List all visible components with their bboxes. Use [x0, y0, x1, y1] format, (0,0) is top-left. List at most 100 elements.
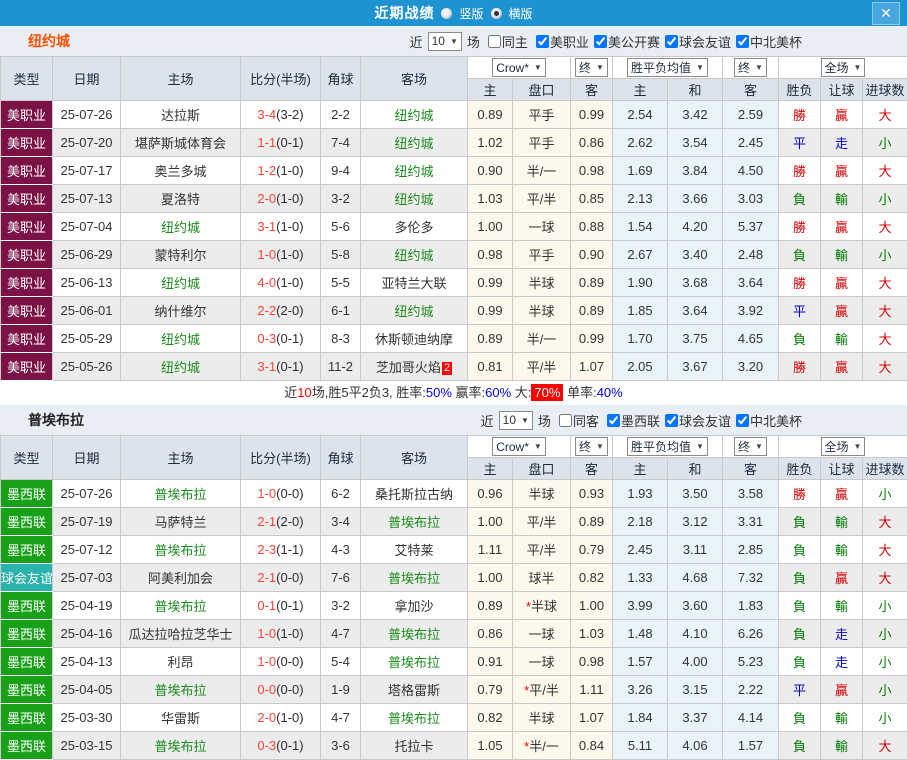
- league-filter[interactable]: 球会友谊: [660, 411, 731, 430]
- avg-draw-cell: 3.84: [668, 157, 723, 185]
- home-odds-cell: 0.89: [468, 101, 513, 129]
- horizontal-layout-radio[interactable]: [491, 8, 502, 19]
- col-away: 客场: [361, 436, 468, 480]
- horizontal-layout-label[interactable]: 横版: [509, 5, 533, 22]
- away-team-name: 纽约城: [394, 164, 433, 179]
- match-row: 墨西联25-07-19马萨特兰2-1(2-0)3-4普埃布拉1.00平/半0.8…: [1, 508, 907, 536]
- halftime-score: (0-1): [276, 331, 303, 346]
- home-team-name: 纳什维尔: [154, 304, 206, 319]
- result-handicap-cell: 輸: [821, 592, 863, 620]
- vertical-layout-label[interactable]: 竖版: [459, 5, 483, 22]
- league-filter[interactable]: 美公开赛: [589, 32, 660, 51]
- league-type-cell: 墨西联: [1, 732, 53, 760]
- away-team-cell: 纽约城: [361, 157, 468, 185]
- league-type-cell: 墨西联: [1, 704, 53, 732]
- away-team-name: 普埃布拉: [388, 515, 440, 530]
- avg-away-cell: 3.92: [723, 297, 779, 325]
- league-checkbox[interactable]: [536, 35, 549, 48]
- same-venue-filter[interactable]: 同客: [554, 411, 599, 430]
- fulltime-score: 0-0: [257, 682, 276, 697]
- avg-select[interactable]: 胜平负均值: [627, 58, 708, 77]
- fulltime-score: 1-0: [257, 486, 276, 501]
- odds-final-cell: 终: [571, 57, 613, 79]
- fulltime-select[interactable]: 全场: [821, 58, 866, 77]
- league-filter[interactable]: 球会友谊: [660, 32, 731, 51]
- league-filter[interactable]: 墨西联: [602, 411, 660, 430]
- away-team-cell: 普埃布拉: [361, 620, 468, 648]
- league-type-cell: 墨西联: [1, 480, 53, 508]
- home-team-cell: 堪萨斯城体育会: [121, 129, 241, 157]
- avg-draw-cell: 4.00: [668, 648, 723, 676]
- odds-final-select[interactable]: 终: [575, 437, 608, 456]
- halftime-score: (2-0): [276, 514, 303, 529]
- date-cell: 25-04-05: [53, 676, 121, 704]
- away-team-name: 芝加哥火焰: [376, 360, 441, 375]
- fulltime-cell: 全场: [779, 57, 907, 79]
- result-goals-cell: 小: [863, 241, 907, 269]
- date-cell: 25-04-13: [53, 648, 121, 676]
- result-wdl-cell: 平: [779, 676, 821, 704]
- handicap-cell: 半球: [513, 704, 571, 732]
- avg-final-cell: 终: [723, 57, 779, 79]
- same-venue-checkbox[interactable]: [559, 414, 572, 427]
- away-team-name: 普埃布拉: [388, 571, 440, 586]
- home-team-cell: 纽约城: [121, 213, 241, 241]
- league-checkbox[interactable]: [594, 35, 607, 48]
- avg-away-cell: 4.14: [723, 704, 779, 732]
- halftime-score: (0-0): [276, 486, 303, 501]
- date-cell: 25-07-17: [53, 157, 121, 185]
- home-team-cell: 纽约城: [121, 353, 241, 381]
- league-checkbox[interactable]: [736, 414, 749, 427]
- home-odds-cell: 0.99: [468, 269, 513, 297]
- odds-company-select[interactable]: Crow*: [492, 437, 546, 456]
- corner-cell: 5-6: [321, 213, 361, 241]
- league-checkbox[interactable]: [665, 414, 678, 427]
- match-row: 美职业25-06-01纳什维尔2-2(2-0)6-1纽约城0.99半球0.891…: [1, 297, 907, 325]
- home-team-name: 普埃布拉: [154, 683, 206, 698]
- same-venue-checkbox[interactable]: [488, 35, 501, 48]
- odds-company-select[interactable]: Crow*: [492, 58, 546, 77]
- same-venue-label: 同主: [502, 32, 528, 51]
- corner-cell: 4-7: [321, 704, 361, 732]
- sub-wdl: 胜负: [779, 79, 821, 101]
- score-cell: 0-3(0-1): [241, 732, 321, 760]
- corner-cell: 5-5: [321, 269, 361, 297]
- same-venue-filter[interactable]: 同主: [483, 32, 528, 51]
- result-wdl-cell: 勝: [779, 480, 821, 508]
- avg-final-select[interactable]: 终: [734, 58, 767, 77]
- result-wdl-cell: 勝: [779, 213, 821, 241]
- avg-select[interactable]: 胜平负均值: [627, 437, 708, 456]
- sub-home-odds: 主: [468, 458, 513, 480]
- league-checkbox[interactable]: [665, 35, 678, 48]
- away-odds-cell: 0.89: [571, 508, 613, 536]
- league-filter[interactable]: 中北美杯: [731, 32, 802, 51]
- close-button[interactable]: ✕: [872, 2, 900, 25]
- home-team-name: 堪萨斯城体育会: [135, 136, 226, 151]
- league-type-cell: 墨西联: [1, 508, 53, 536]
- result-wdl-cell: 負: [779, 241, 821, 269]
- avg-final-select[interactable]: 终: [734, 437, 767, 456]
- match-count-select[interactable]: 10: [428, 32, 462, 51]
- league-checkbox[interactable]: [607, 414, 620, 427]
- vertical-layout-radio[interactable]: [441, 8, 452, 19]
- handicap-cell: 平手: [513, 241, 571, 269]
- away-odds-cell: 0.98: [571, 157, 613, 185]
- avg-final-cell: 终: [723, 436, 779, 458]
- sub-goals: 进球数: [863, 458, 907, 480]
- summary-segment: 大:: [511, 385, 531, 400]
- fulltime-select[interactable]: 全场: [821, 437, 866, 456]
- corner-cell: 4-7: [321, 620, 361, 648]
- odds-final-select[interactable]: 终: [575, 58, 608, 77]
- avg-away-cell: 2.85: [723, 536, 779, 564]
- avg-home-cell: 2.45: [613, 536, 668, 564]
- league-type-cell: 墨西联: [1, 620, 53, 648]
- sub-avg-away: 客: [723, 79, 779, 101]
- halftime-score: (0-1): [276, 359, 303, 374]
- league-filter[interactable]: 美职业: [531, 32, 589, 51]
- corner-cell: 5-8: [321, 241, 361, 269]
- league-filter[interactable]: 中北美杯: [731, 411, 802, 430]
- result-goals-cell: 小: [863, 592, 907, 620]
- match-count-select[interactable]: 10: [499, 411, 533, 430]
- league-checkbox[interactable]: [736, 35, 749, 48]
- league-type-cell: 美职业: [1, 353, 53, 381]
